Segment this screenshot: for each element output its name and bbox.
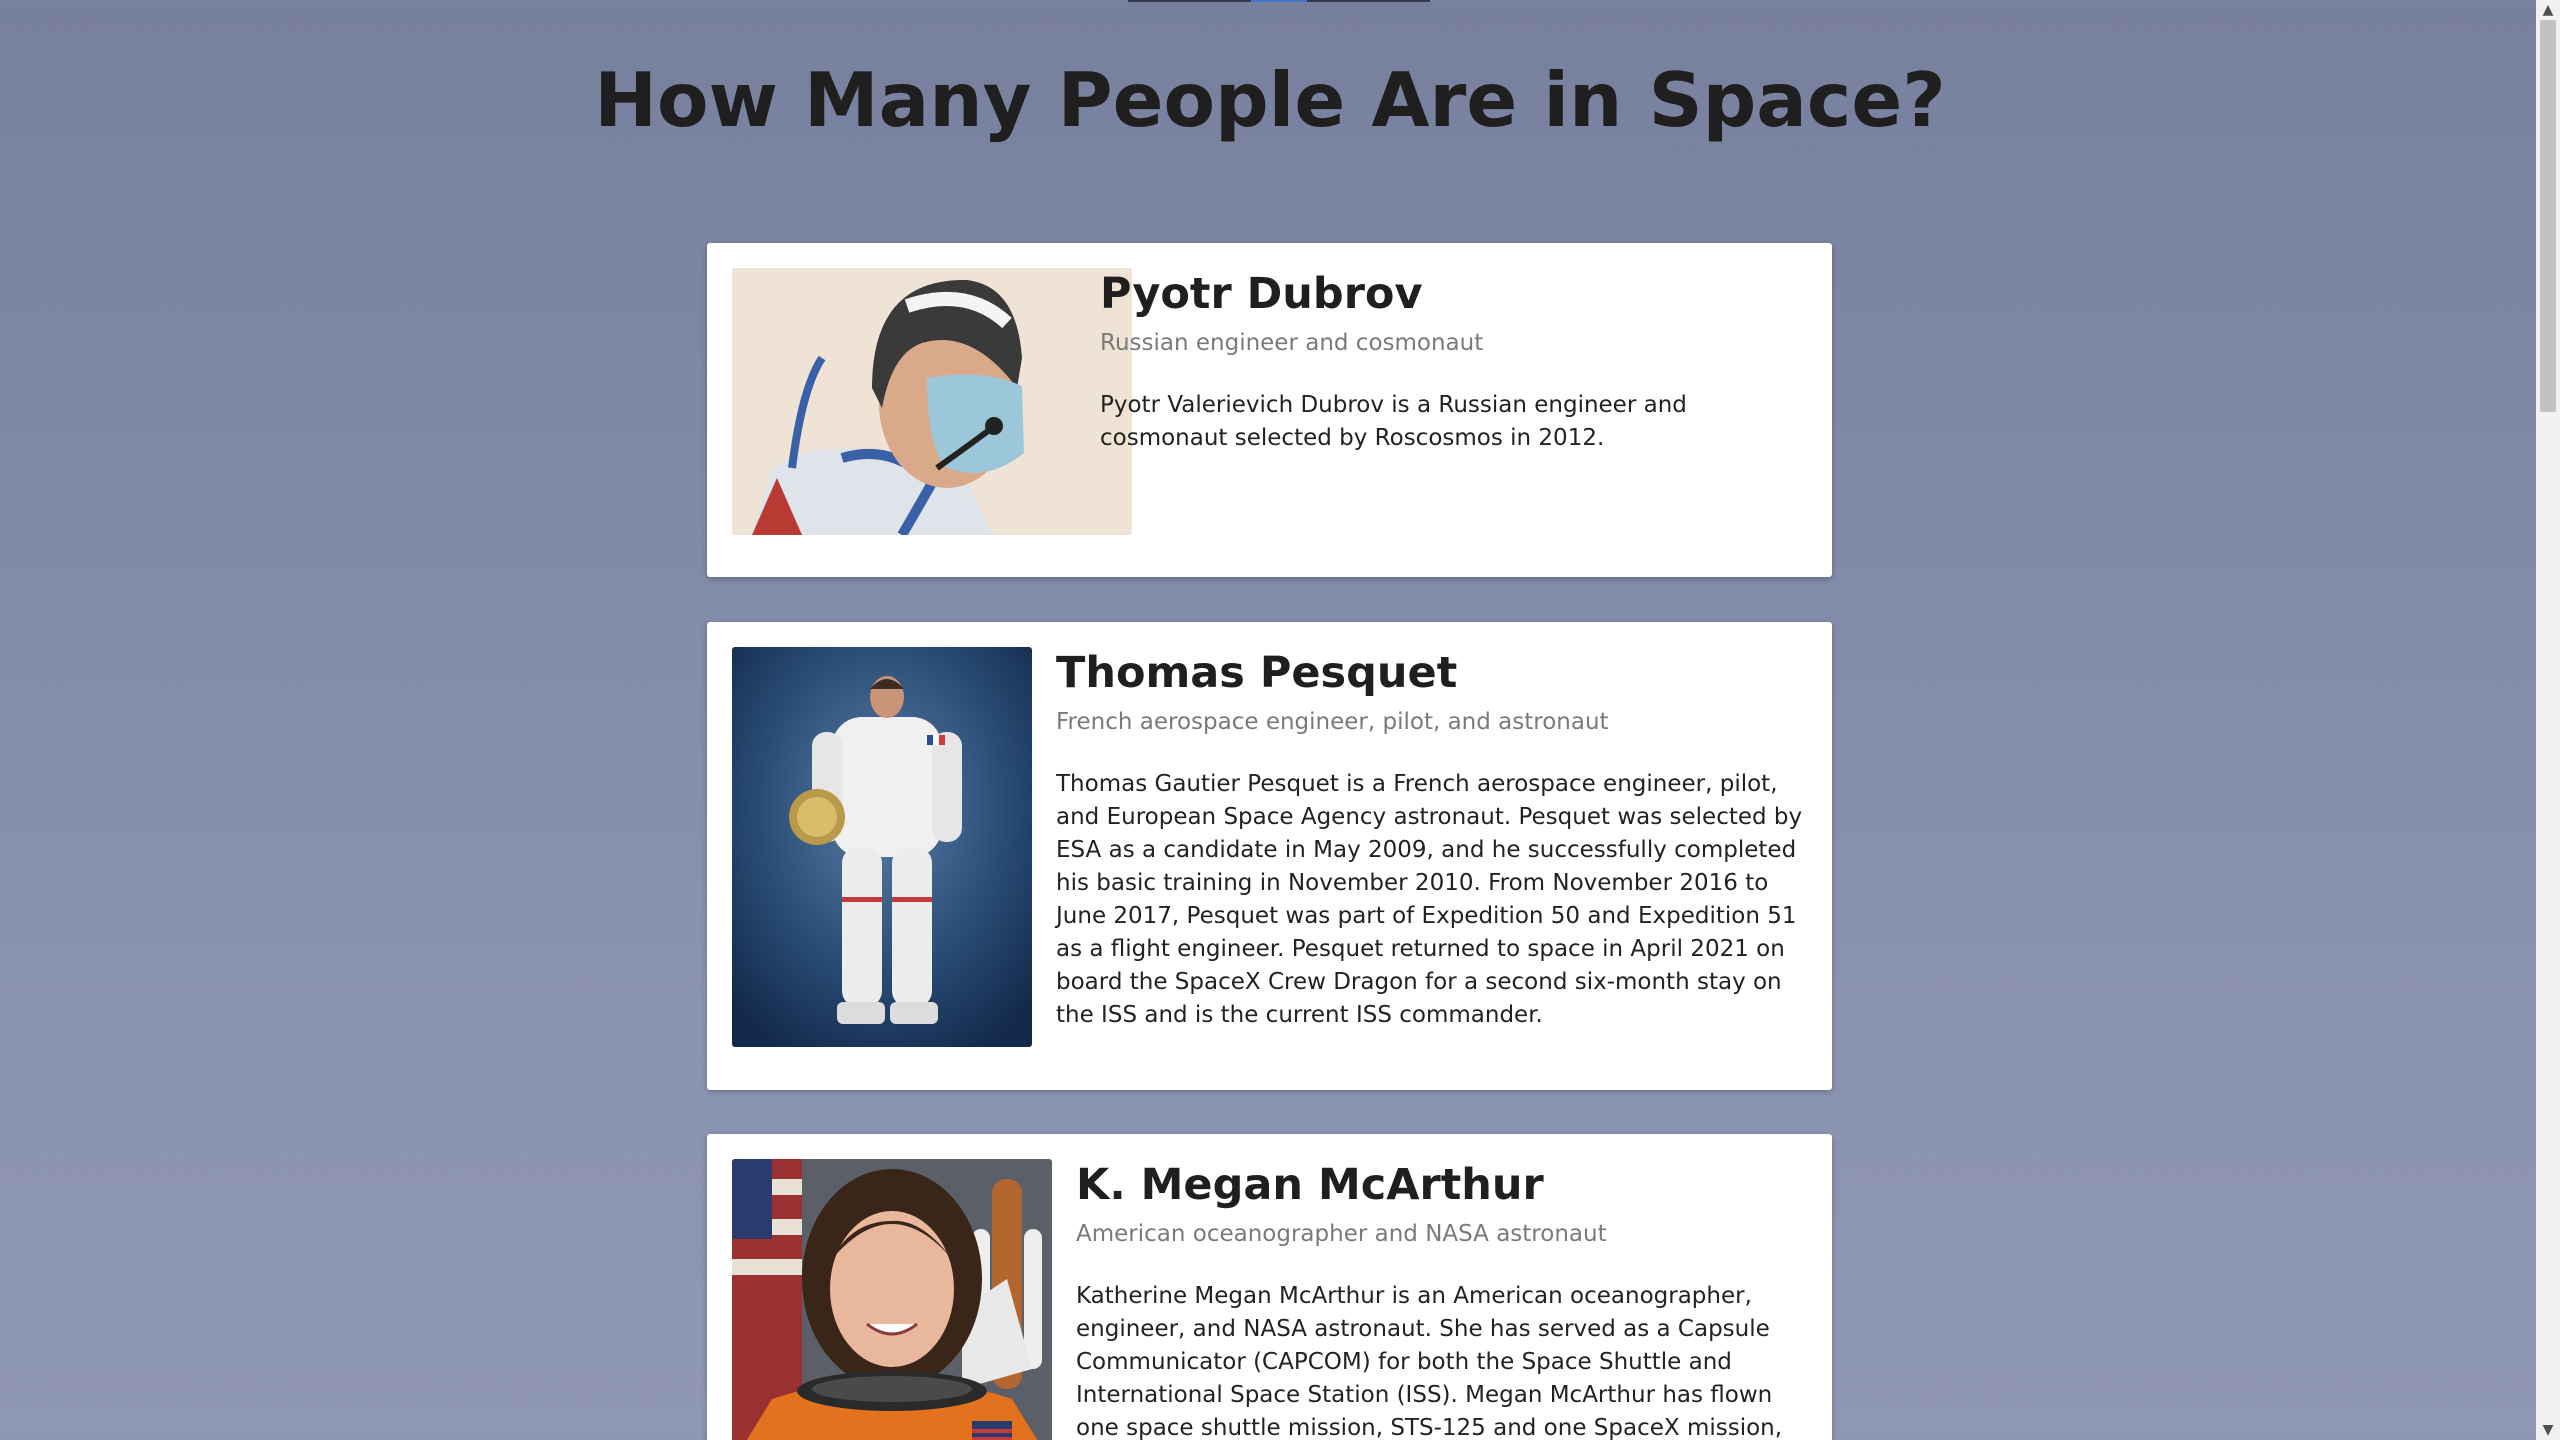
top-tab-segment-active [1251,0,1307,2]
astronaut-bio: Pyotr Valerievich Dubrov is a Russian en… [1100,392,1687,451]
astronaut-name: Thomas Pesquet [1056,648,1458,698]
astronaut-name: Pyotr Dubrov [1100,269,1423,319]
top-tab-segment [1128,0,1251,2]
astronaut-photo [732,268,1132,535]
astronaut-bio: Thomas Gautier Pesquet is a French aeros… [1056,771,1803,1028]
astronaut-name: K. Megan McArthur [1076,1160,1544,1210]
scrollbar-thumb[interactable] [2540,20,2556,412]
top-tab-segment [1307,0,1430,2]
astronaut-info: Thomas Pesquet French aerospace engineer… [1056,647,1807,1032]
astronaut-card: Pyotr Dubrov Russian engineer and cosmon… [707,243,1832,577]
astronaut-role: American oceanographer and NASA astronau… [1076,1221,1607,1247]
chevron-up-icon[interactable]: ▲ [2536,0,2560,20]
astronaut-bio: Katherine Megan McArthur is an American … [1076,1283,1783,1440]
chevron-down-icon[interactable]: ▼ [2536,1420,2560,1440]
astronaut-card: Thomas Pesquet French aerospace engineer… [707,622,1832,1090]
astronaut-photo [732,647,1032,1047]
page-title: How Many People Are in Space? [594,56,1946,144]
astronaut-photo [732,1159,1052,1440]
astronaut-card: K. Megan McArthur American oceanographer… [707,1134,1832,1440]
vertical-scrollbar[interactable]: ▲ ▼ [2536,0,2560,1440]
astronaut-role: Russian engineer and cosmonaut [1100,330,1484,356]
astronaut-info: K. Megan McArthur American oceanographer… [1076,1159,1807,1440]
astronaut-role: French aerospace engineer, pilot, and as… [1056,709,1609,735]
astronaut-info: Pyotr Dubrov Russian engineer and cosmon… [1100,268,1807,455]
top-tab-indicator [1128,0,1430,2]
